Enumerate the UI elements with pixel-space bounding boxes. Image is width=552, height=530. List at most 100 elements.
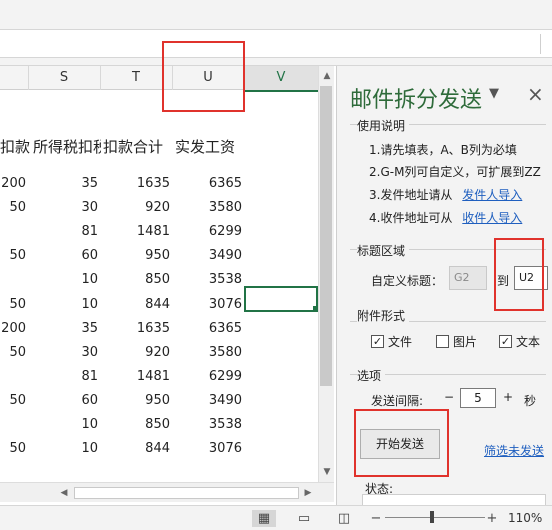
column-header-r[interactable] xyxy=(0,66,29,90)
chevron-down-icon[interactable]: ▼ xyxy=(489,86,499,101)
checkbox-file-label: 文件 xyxy=(388,335,413,349)
table-cell[interactable]: 6365 xyxy=(182,172,242,196)
checkbox-text[interactable]: ✓ xyxy=(499,335,512,348)
table-cell[interactable]: 50 xyxy=(0,437,26,461)
table-cell[interactable]: 10 xyxy=(38,437,98,461)
table-cell[interactable]: 50 xyxy=(0,341,26,365)
active-cell-selection[interactable] xyxy=(244,286,318,312)
page-layout-view-icon[interactable]: ▭ xyxy=(292,510,316,527)
vertical-scroll-thumb[interactable] xyxy=(320,86,332,386)
title-from-input[interactable]: G2 xyxy=(449,266,487,290)
table-cell[interactable]: 30 xyxy=(38,341,98,365)
table-cell[interactable]: 844 xyxy=(110,437,170,461)
table-cell[interactable]: 3076 xyxy=(182,437,242,461)
interval-minus-button[interactable]: − xyxy=(441,389,457,407)
zoom-level[interactable]: 110% xyxy=(508,511,542,525)
column-header-row: S T U V xyxy=(0,66,318,92)
column-header-u[interactable]: U xyxy=(172,66,245,90)
table-cell[interactable]: 6299 xyxy=(182,220,242,244)
zoom-out-button[interactable]: − xyxy=(364,510,388,527)
table-cell[interactable]: 60 xyxy=(38,244,98,268)
custom-title-label: 自定义标题： xyxy=(371,274,444,288)
table-cell[interactable]: 3580 xyxy=(182,196,242,220)
table-cell[interactable]: 50 xyxy=(0,244,26,268)
table-cell[interactable]: 3538 xyxy=(182,413,242,437)
filter-unsent-link[interactable]: 筛选未发送 xyxy=(484,442,544,459)
normal-view-icon[interactable]: ▦ xyxy=(252,510,276,527)
table-cell[interactable]: 850 xyxy=(110,268,170,292)
interval-plus-button[interactable]: + xyxy=(500,389,516,407)
sender-import-link[interactable]: 发件人导入 xyxy=(462,188,522,202)
table-cell[interactable]: 10 xyxy=(38,268,98,292)
table-cell[interactable]: 200 xyxy=(0,172,26,196)
table-cell[interactable] xyxy=(0,220,26,244)
spreadsheet-grid[interactable]: S T U V 扣款 所得税扣税 扣款合计 实发工资 200 35 1635 6365… xyxy=(0,66,318,482)
column-header-s[interactable]: S xyxy=(28,66,101,90)
table-cell[interactable]: 200 xyxy=(0,317,26,341)
table-cell[interactable] xyxy=(0,365,26,389)
checkbox-text-label: 文本 xyxy=(516,335,541,349)
zoom-slider-track[interactable] xyxy=(385,517,485,518)
recipient-import-link[interactable]: 收件人导入 xyxy=(462,211,522,225)
table-cell[interactable]: 6365 xyxy=(182,317,242,341)
table-cell[interactable]: 50 xyxy=(0,196,26,220)
table-cell[interactable] xyxy=(0,413,26,437)
usage-group-label: 使用说明 xyxy=(357,117,410,134)
table-cell[interactable]: 3580 xyxy=(182,341,242,365)
page-break-view-icon[interactable]: ◫ xyxy=(332,510,356,527)
table-cell[interactable] xyxy=(0,268,26,292)
header-deduction-total[interactable]: 扣款合计 xyxy=(103,136,163,157)
ribbon-strip xyxy=(0,0,552,30)
table-cell[interactable]: 3490 xyxy=(182,244,242,268)
interval-unit: 秒 xyxy=(524,394,537,408)
zoom-in-button[interactable]: + xyxy=(480,510,504,527)
title-to-input[interactable]: U2 xyxy=(514,266,548,290)
table-cell[interactable]: 3538 xyxy=(182,268,242,292)
column-header-v[interactable]: V xyxy=(244,66,318,92)
table-cell[interactable]: 60 xyxy=(38,389,98,413)
table-cell[interactable]: 10 xyxy=(38,293,98,317)
table-cell[interactable]: 1635 xyxy=(110,172,170,196)
table-cell[interactable]: 3490 xyxy=(182,389,242,413)
table-cell[interactable]: 50 xyxy=(0,389,26,413)
table-cell[interactable]: 1635 xyxy=(110,317,170,341)
table-cell[interactable]: 81 xyxy=(38,220,98,244)
table-cell[interactable]: 1481 xyxy=(110,220,170,244)
table-cell[interactable]: 950 xyxy=(110,389,170,413)
scroll-up-icon[interactable]: ▲ xyxy=(319,68,335,84)
title-to-label: 到 xyxy=(497,274,510,288)
interval-label: 发送间隔: xyxy=(371,394,424,408)
table-cell[interactable]: 30 xyxy=(38,196,98,220)
zoom-slider-thumb[interactable] xyxy=(430,511,434,523)
usage-line-4-text: 4.收件地址可从 xyxy=(369,211,453,225)
table-cell[interactable]: 10 xyxy=(38,413,98,437)
scroll-right-icon[interactable]: ▶ xyxy=(300,485,316,501)
formula-bar-divider xyxy=(540,34,541,54)
table-cell[interactable]: 920 xyxy=(110,341,170,365)
checkbox-image[interactable] xyxy=(436,335,449,348)
table-cell[interactable]: 844 xyxy=(110,293,170,317)
horizontal-scroll-thumb[interactable] xyxy=(74,487,299,499)
formula-bar[interactable] xyxy=(0,30,552,58)
checkbox-file[interactable]: ✓ xyxy=(371,335,384,348)
table-cell[interactable]: 1481 xyxy=(110,365,170,389)
scroll-down-icon[interactable]: ▼ xyxy=(319,464,335,480)
table-cell[interactable]: 850 xyxy=(110,413,170,437)
header-net-salary[interactable]: 实发工资 xyxy=(175,136,235,157)
table-cell[interactable]: 35 xyxy=(38,172,98,196)
table-cell[interactable]: 81 xyxy=(38,365,98,389)
table-cell[interactable]: 50 xyxy=(0,293,26,317)
table-cell[interactable]: 6299 xyxy=(182,365,242,389)
header-deduction[interactable]: 扣款 xyxy=(0,136,30,157)
interval-input[interactable]: 5 xyxy=(460,388,496,408)
header-income-tax[interactable]: 所得税扣税 xyxy=(33,136,101,157)
start-send-button[interactable]: 开始发送 xyxy=(360,429,440,459)
pane-title: 邮件拆分发送 xyxy=(350,88,483,113)
table-cell[interactable]: 35 xyxy=(38,317,98,341)
table-cell[interactable]: 3076 xyxy=(182,293,242,317)
close-icon[interactable]: × xyxy=(527,82,544,106)
scroll-left-icon[interactable]: ◀ xyxy=(56,485,72,501)
column-header-t[interactable]: T xyxy=(100,66,173,90)
table-cell[interactable]: 950 xyxy=(110,244,170,268)
table-cell[interactable]: 920 xyxy=(110,196,170,220)
